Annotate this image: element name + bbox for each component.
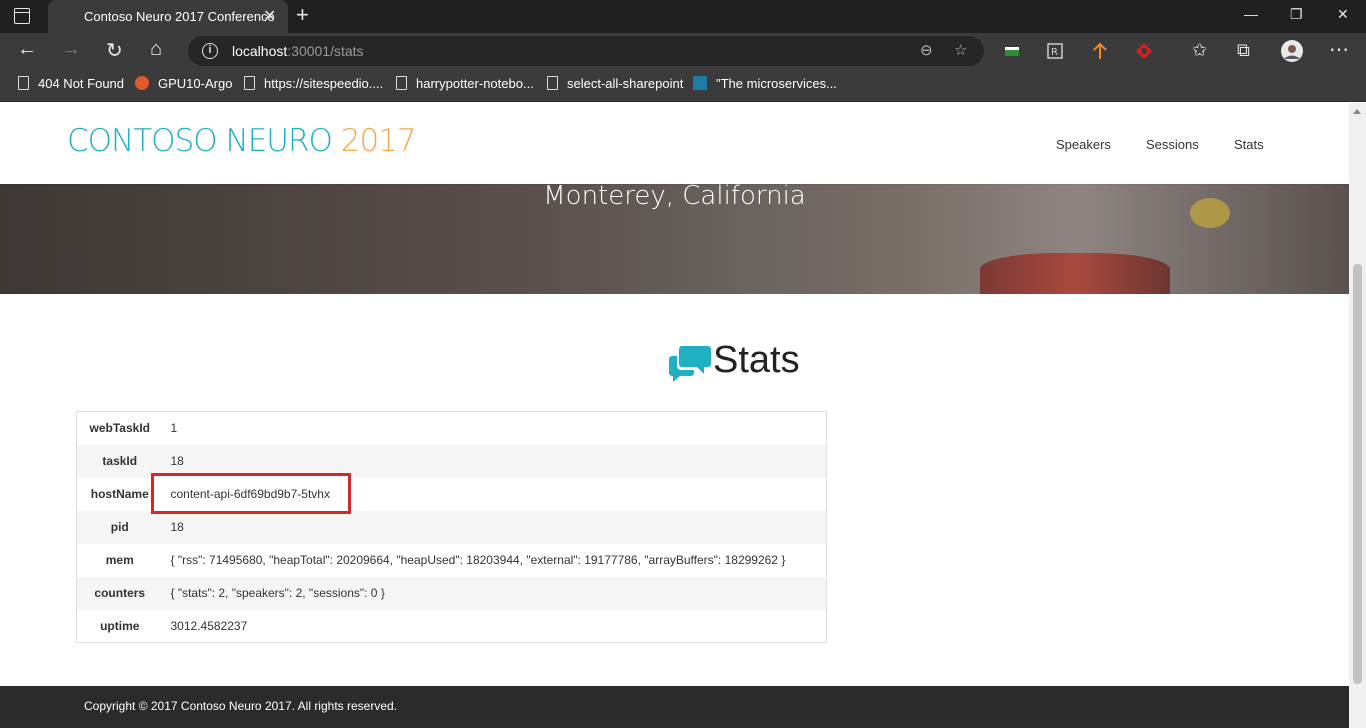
document-icon (18, 76, 29, 90)
argo-icon (135, 76, 149, 90)
restore-icon[interactable]: ❐ (1290, 6, 1303, 23)
profile-avatar[interactable] (1281, 40, 1303, 62)
bookmark-label: 404 Not Found (38, 76, 125, 91)
forms-icon (693, 76, 707, 90)
bookmark-item[interactable]: harrypotter-notebo... (396, 76, 534, 91)
tab-actions-icon[interactable] (14, 8, 30, 24)
url-path: :30001/stats (287, 43, 364, 59)
table-row: counters{ "stats": 2, "speakers": 2, "se… (76, 576, 827, 610)
document-icon (396, 76, 407, 90)
collections-icon[interactable]: ⧉ (1237, 40, 1250, 61)
site-navbar: CONTOSO NEURO 2017 Speakers Sessions Sta… (0, 103, 1349, 184)
bookmarks-bar: 404 Not Found GPU10-Argo https://sitespe… (0, 69, 1366, 102)
page-scrollbar[interactable] (1349, 103, 1366, 728)
extension-arrow-icon[interactable] (1091, 42, 1109, 60)
close-window-icon[interactable]: ✕ (1337, 6, 1349, 23)
row-value: 1 (170, 421, 178, 436)
new-tab-icon[interactable]: + (296, 2, 309, 28)
svg-text:R: R (1051, 47, 1058, 58)
row-key: uptime (100, 618, 140, 633)
page-title: Stats (713, 339, 800, 381)
url-host: localhost (232, 43, 288, 59)
chat-bubbles-icon (669, 346, 711, 382)
scroll-thumb[interactable] (1353, 264, 1362, 684)
address-bar[interactable]: i localhost:30001/stats ⊖ ☆ (188, 36, 984, 66)
browser-toolbar: ← → ↻ ⌂ i localhost:30001/stats ⊖ ☆ R ✩ … (0, 33, 1366, 69)
extension-flag-icon[interactable] (1003, 42, 1021, 60)
site-logo[interactable]: CONTOSO NEURO 2017 (67, 123, 417, 159)
copyright-text: Copyright © 2017 Contoso Neuro 2017. All… (84, 699, 398, 713)
row-value: 3012.4582237 (170, 618, 248, 633)
highlight-annotation (151, 473, 351, 514)
table-row: pid 18 (76, 510, 827, 544)
bookmark-label: select-all-sharepoint (567, 76, 684, 91)
row-value: { "rss": 71495680, "heapTotal": 20209664… (170, 553, 786, 567)
nav-speakers[interactable]: Speakers (1056, 137, 1111, 152)
stats-table: webTaskId 1 taskId 18 hostName content-api-… (76, 411, 827, 643)
row-key: webTaskId (89, 421, 150, 436)
table-row: mem { "rss": 71495680, "heapTotal": 20209… (77, 544, 827, 577)
table-row: uptime 3012.4582237 (77, 610, 827, 643)
add-favorite-icon[interactable]: ☆ (954, 41, 967, 59)
favorites-icon[interactable]: ✩ (1192, 40, 1207, 61)
site-footer: Copyright © 2017 Contoso Neuro 2017. All… (0, 686, 1349, 728)
bookmark-label: https://sitespeedio.... (264, 76, 384, 91)
close-tab-icon[interactable]: ✕ (263, 6, 276, 26)
nav-stats[interactable]: Stats (1234, 137, 1264, 152)
minimize-icon[interactable]: — (1244, 6, 1258, 22)
zoom-out-icon[interactable]: ⊖ (920, 41, 933, 59)
page-viewport: Monterey, California CONTOSO NEURO 2017 … (0, 103, 1349, 728)
bookmark-item[interactable]: GPU10-Argo (135, 76, 232, 91)
hero-decoration (980, 253, 1170, 294)
table-row: webTaskId 1 (77, 412, 827, 445)
bookmark-item[interactable]: "The microservices... (693, 76, 837, 91)
row-key: pid (76, 510, 163, 544)
bookmark-label: harrypotter-notebo... (416, 76, 534, 91)
document-icon (547, 76, 558, 90)
row-value: { "stats": 2, "speakers": 2, "sessions":… (162, 576, 827, 610)
logo-text: CONTOSO NEURO (67, 123, 341, 159)
logo-year: 2017 (340, 123, 417, 159)
active-tab[interactable]: Contoso Neuro 2017 Conference ✕ (48, 0, 288, 33)
tab-title: Contoso Neuro 2017 Conference (84, 9, 275, 24)
tab-strip: Contoso Neuro 2017 Conference ✕ + — ❐ ✕ (0, 0, 1366, 33)
more-menu-icon[interactable]: ⋯ (1329, 37, 1349, 62)
bookmark-label: "The microservices... (716, 76, 837, 91)
home-icon[interactable]: ⌂ (150, 38, 162, 61)
back-icon[interactable]: ← (17, 38, 37, 61)
bookmark-item[interactable]: select-all-sharepoint (547, 76, 683, 91)
scroll-up-icon[interactable] (1353, 109, 1361, 114)
extension-reader-icon[interactable]: R (1046, 42, 1064, 60)
bookmark-label: GPU10-Argo (158, 76, 233, 91)
extension-red-icon[interactable] (1135, 42, 1153, 60)
bookmark-item[interactable]: 404 Not Found (18, 76, 124, 91)
row-key: hostName (90, 487, 149, 501)
hero-location: Monterey, California (543, 181, 806, 211)
refresh-icon[interactable]: ↻ (106, 38, 123, 63)
document-icon (244, 76, 255, 90)
forward-icon[interactable]: → (61, 38, 81, 61)
nav-sessions[interactable]: Sessions (1146, 137, 1199, 152)
row-key: taskId (76, 444, 163, 478)
row-key: counters (76, 576, 163, 610)
row-value: 18 (162, 510, 827, 544)
url-text: localhost:30001/stats (232, 43, 364, 59)
row-key: mem (105, 553, 134, 567)
bookmark-item[interactable]: https://sitespeedio.... (244, 76, 383, 91)
site-info-icon[interactable]: i (202, 43, 218, 59)
